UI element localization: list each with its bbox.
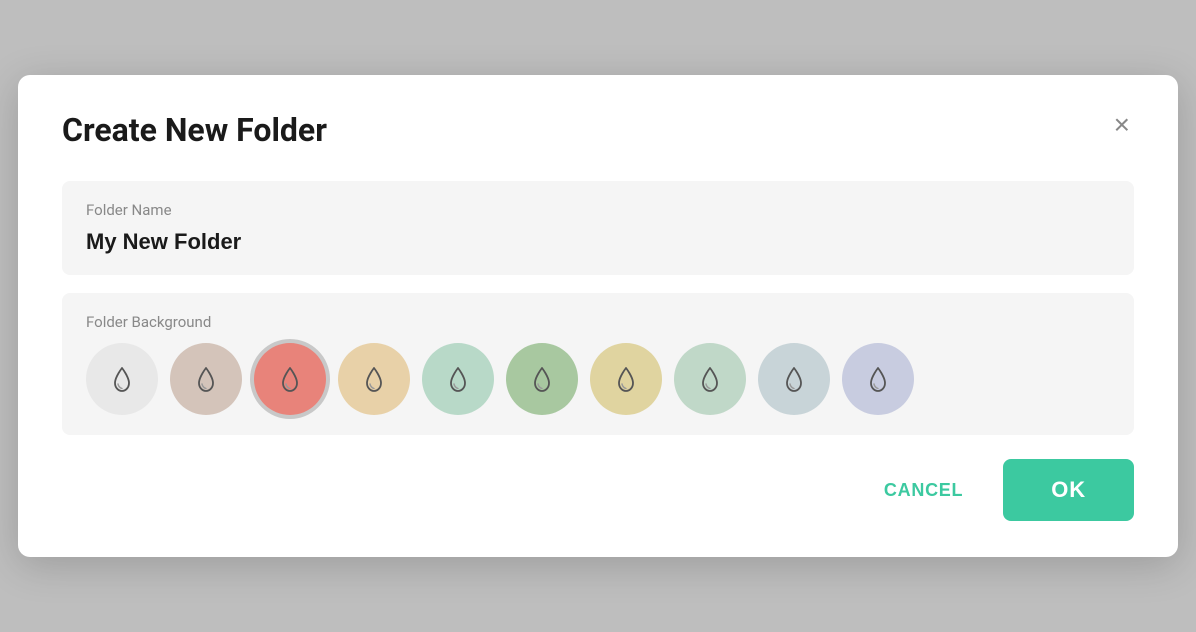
cancel-button[interactable]: CANCEL bbox=[860, 464, 987, 517]
color-option-seafoam[interactable] bbox=[674, 343, 746, 415]
ok-button[interactable]: OK bbox=[1003, 459, 1134, 521]
folder-background-section: Folder Background bbox=[62, 293, 1134, 435]
color-option-yellow[interactable] bbox=[590, 343, 662, 415]
color-option-red[interactable] bbox=[254, 343, 326, 415]
dialog-overlay: Create New Folder × Folder Name Folder B… bbox=[0, 0, 1196, 632]
dialog-header: Create New Folder × bbox=[62, 111, 1134, 149]
color-option-mint[interactable] bbox=[422, 343, 494, 415]
drop-icon bbox=[778, 363, 810, 395]
color-option-taupe[interactable] bbox=[170, 343, 242, 415]
color-option-peach[interactable] bbox=[338, 343, 410, 415]
drop-icon bbox=[274, 363, 306, 395]
drop-icon bbox=[442, 363, 474, 395]
create-folder-dialog: Create New Folder × Folder Name Folder B… bbox=[18, 75, 1178, 557]
color-options bbox=[86, 343, 1110, 415]
drop-icon bbox=[190, 363, 222, 395]
dialog-footer: CANCEL OK bbox=[62, 459, 1134, 521]
drop-icon bbox=[358, 363, 390, 395]
folder-background-label: Folder Background bbox=[86, 313, 1110, 331]
color-option-none[interactable] bbox=[86, 343, 158, 415]
folder-name-section: Folder Name bbox=[62, 181, 1134, 275]
close-button[interactable]: × bbox=[1110, 107, 1134, 143]
dialog-title: Create New Folder bbox=[62, 111, 327, 149]
drop-icon bbox=[862, 363, 894, 395]
drop-icon bbox=[694, 363, 726, 395]
drop-icon bbox=[106, 363, 138, 395]
folder-name-label: Folder Name bbox=[86, 201, 1110, 219]
drop-icon bbox=[610, 363, 642, 395]
color-option-sage[interactable] bbox=[506, 343, 578, 415]
drop-icon bbox=[526, 363, 558, 395]
color-option-lavender[interactable] bbox=[842, 343, 914, 415]
color-option-lightblue[interactable] bbox=[758, 343, 830, 415]
folder-name-input[interactable] bbox=[86, 229, 1110, 255]
